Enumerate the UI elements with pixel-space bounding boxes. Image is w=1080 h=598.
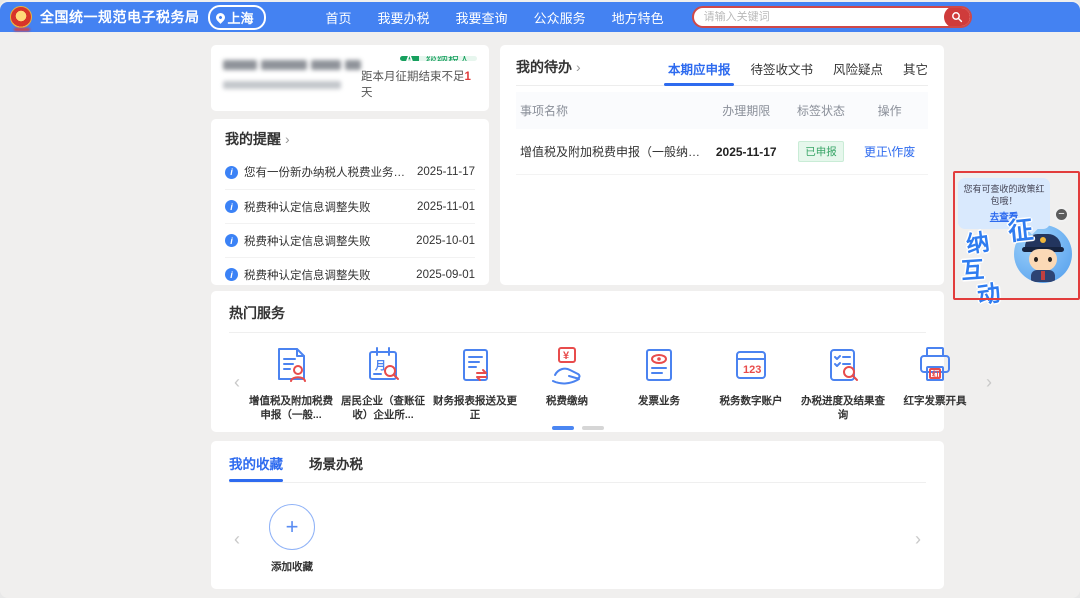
grade-letter: A bbox=[400, 56, 419, 61]
info-icon: i bbox=[225, 268, 238, 281]
reminder-item[interactable]: i 税费种认定信息调整失败 2025-11-01 bbox=[225, 189, 475, 223]
assistant-bubble-text: 您有可查收的政策红包哦！ bbox=[963, 183, 1045, 207]
invoice-eye-icon bbox=[637, 341, 681, 387]
service-tax-payment[interactable]: ¥ 税费缴纳 bbox=[521, 341, 613, 422]
carousel-pagination bbox=[229, 426, 926, 430]
assistant-mascot[interactable]: 征 纳 互 动 bbox=[953, 211, 1080, 299]
minimize-button[interactable]: − bbox=[1054, 207, 1069, 222]
officer-uniform bbox=[1031, 270, 1055, 282]
minus-icon: − bbox=[1058, 208, 1064, 220]
app-window: 全国统一规范电子税务局 上海 首页 我要办税 我要查询 公众服务 地方特色 bbox=[0, 0, 1080, 598]
reminder-item[interactable]: i 您有一份新办纳税人税费业务详解，... 2025-11-17 bbox=[225, 155, 475, 189]
chevron-right-icon: › bbox=[285, 131, 290, 147]
services-row: 增值税及附加税费申报（一般... 月 bbox=[245, 341, 981, 422]
nav-query[interactable]: 我要查询 bbox=[456, 8, 508, 27]
nav-home[interactable]: 首页 bbox=[326, 8, 352, 27]
favorites-card: 我的收藏 场景办税 ‹ + 添加收藏 › bbox=[211, 441, 944, 589]
tab-documents-to-sign[interactable]: 待签收文书 bbox=[750, 59, 813, 86]
red-invoice-printer-icon: 红 bbox=[913, 341, 957, 387]
doc-person-icon bbox=[269, 341, 313, 387]
doc-transfer-icon bbox=[453, 341, 497, 387]
grade-label: 级纳税人 bbox=[419, 56, 477, 61]
tax-bureau-logo-icon bbox=[10, 6, 32, 28]
favorites-next-button[interactable]: › bbox=[910, 530, 926, 548]
location-label: 上海 bbox=[228, 8, 254, 27]
redacted-taxpayer-id bbox=[223, 81, 361, 89]
pagination-dot[interactable] bbox=[582, 426, 604, 430]
reminder-item[interactable]: i 税费种认定信息调整失败 2025-10-01 bbox=[225, 223, 475, 257]
todo-title[interactable]: 我的待办› bbox=[516, 57, 581, 77]
badge-char: 动 bbox=[975, 274, 1003, 311]
taxpayer-grade-badge: A 级纳税人 bbox=[400, 56, 477, 61]
assistant-widget: 您有可查收的政策红包哦！ 去查看 − 征 纳 互 动 bbox=[953, 171, 1080, 300]
svg-text:红: 红 bbox=[932, 369, 940, 379]
assistant-bubble: 您有可查收的政策红包哦！ 去查看 bbox=[958, 178, 1050, 229]
redacted-company-name bbox=[223, 60, 361, 70]
taxpayer-info-card: A 级纳税人 距本月征期结束不足1天 bbox=[211, 45, 489, 111]
nav-public-services[interactable]: 公众服务 bbox=[534, 8, 586, 27]
hot-services-card: 热门服务 ‹ bbox=[211, 291, 944, 432]
tab-scenario-tax[interactable]: 场景办税 bbox=[309, 453, 363, 482]
service-vat-declaration[interactable]: 增值税及附加税费申报（一般... bbox=[245, 341, 337, 422]
location-pill[interactable]: 上海 bbox=[208, 5, 266, 30]
service-red-invoice[interactable]: 红 红字发票开具 bbox=[889, 341, 981, 422]
carousel-next-button[interactable]: › bbox=[981, 373, 997, 391]
redacted-taxpayer-identity bbox=[223, 56, 361, 100]
todo-item-deadline: 2025-11-17 bbox=[706, 145, 787, 159]
site-title: 全国统一规范电子税务局 bbox=[40, 7, 200, 27]
todo-item-name: 增值税及附加税费申报（一般纳税人适... bbox=[520, 143, 706, 160]
status-badge: 已申报 bbox=[798, 141, 844, 162]
service-progress-query[interactable]: 办税进度及结果查询 bbox=[797, 341, 889, 422]
reminders-card: 我的提醒› i 您有一份新办纳税人税费业务详解，... 2025-11-17 i… bbox=[211, 119, 489, 285]
checklist-search-icon bbox=[821, 341, 865, 387]
pagination-dot[interactable] bbox=[552, 426, 574, 430]
todo-card: 我的待办› 本期应申报 待签收文书 风险疑点 其它 事项名称 办理期限 标签状态… bbox=[500, 45, 944, 285]
carousel-prev-button[interactable]: ‹ bbox=[229, 373, 245, 391]
main-nav: 首页 我要办税 我要查询 公众服务 地方特色 bbox=[326, 8, 664, 27]
calendar-search-icon: 月 bbox=[361, 341, 405, 387]
search-button[interactable] bbox=[944, 6, 970, 28]
nav-handle-tax[interactable]: 我要办税 bbox=[378, 8, 430, 27]
search-input[interactable] bbox=[694, 11, 944, 23]
service-financial-report[interactable]: 财务报表报送及更正 bbox=[429, 341, 521, 422]
officer-face bbox=[1029, 249, 1057, 271]
service-digital-account[interactable]: 123 税务数字账户 bbox=[705, 341, 797, 422]
service-resident-enterprise[interactable]: 月 居民企业（查账征收）企业所... bbox=[337, 341, 429, 422]
badge-char: 征 bbox=[1006, 210, 1035, 248]
tab-other[interactable]: 其它 bbox=[903, 59, 928, 86]
service-invoice-business[interactable]: 发票业务 bbox=[613, 341, 705, 422]
todo-table-header: 事项名称 办理期限 标签状态 操作 bbox=[516, 92, 928, 129]
correct-void-link[interactable]: 更正\作废 bbox=[864, 145, 915, 159]
tab-risk-points[interactable]: 风险疑点 bbox=[833, 59, 883, 86]
reminder-item[interactable]: i 税费种认定信息调整失败 2025-09-01 bbox=[225, 257, 475, 291]
deadline-days: 1 bbox=[465, 71, 471, 83]
info-icon: i bbox=[225, 200, 238, 213]
info-icon: i bbox=[225, 234, 238, 247]
location-pin-icon bbox=[214, 11, 227, 24]
filing-deadline-note: 距本月征期结束不足1天 bbox=[361, 68, 477, 100]
add-favorite-button[interactable]: + 添加收藏 bbox=[269, 504, 315, 574]
nav-local-features[interactable]: 地方特色 bbox=[612, 8, 664, 27]
top-navbar: 全国统一规范电子税务局 上海 首页 我要办税 我要查询 公众服务 地方特色 bbox=[0, 2, 1080, 32]
favorites-tabs: 我的收藏 场景办税 bbox=[229, 453, 926, 483]
hot-services-title: 热门服务 bbox=[229, 303, 926, 323]
table-row: 增值税及附加税费申报（一般纳税人适... 2025-11-17 已申报 更正\作… bbox=[516, 129, 928, 175]
digital-account-icon: 123 bbox=[729, 341, 773, 387]
search-bar bbox=[692, 6, 972, 28]
chevron-right-icon: › bbox=[576, 59, 581, 75]
search-icon bbox=[951, 11, 963, 23]
tab-current-declaration[interactable]: 本期应申报 bbox=[668, 59, 731, 86]
todo-tabs: 本期应申报 待签收文书 风险疑点 其它 bbox=[668, 59, 928, 77]
hand-yuan-icon: ¥ bbox=[545, 341, 589, 387]
svg-text:123: 123 bbox=[743, 364, 761, 376]
tab-my-favorites[interactable]: 我的收藏 bbox=[229, 453, 283, 482]
reminders-title[interactable]: 我的提醒› bbox=[225, 129, 475, 149]
svg-text:¥: ¥ bbox=[563, 350, 570, 362]
info-icon: i bbox=[225, 166, 238, 179]
plus-icon: + bbox=[269, 504, 315, 550]
reminders-list: i 您有一份新办纳税人税费业务详解，... 2025-11-17 i 税费种认定… bbox=[225, 155, 475, 291]
favorites-prev-button[interactable]: ‹ bbox=[229, 530, 245, 548]
